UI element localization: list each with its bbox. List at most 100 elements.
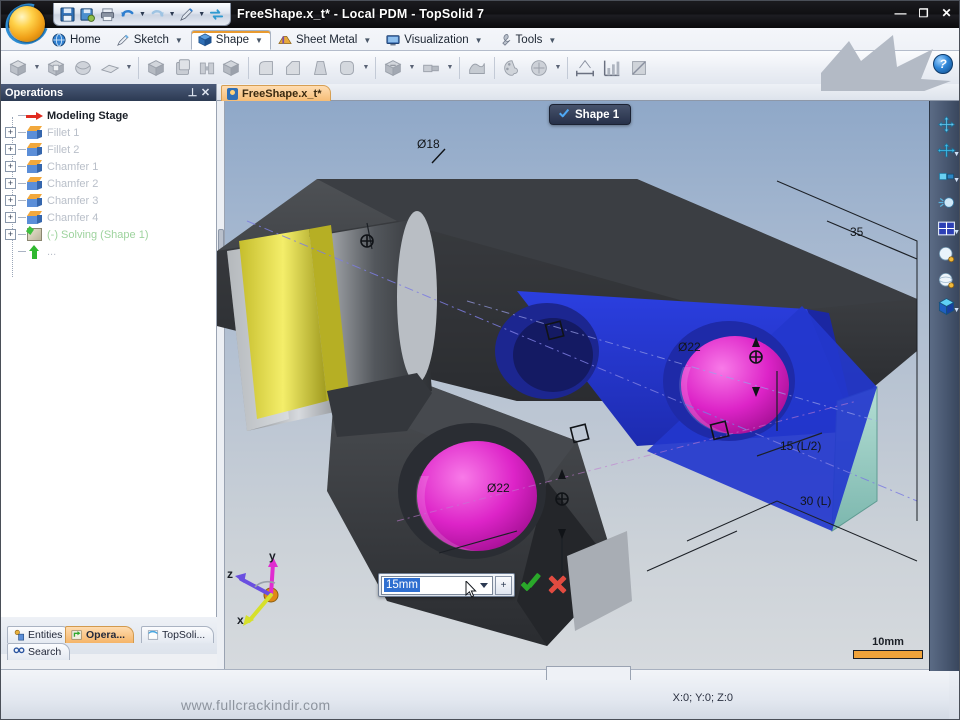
- tab-sketch[interactable]: Sketch ▼: [109, 30, 191, 50]
- freeshape-icon[interactable]: [464, 55, 490, 81]
- pattern-icon[interactable]: [380, 55, 406, 81]
- tab-home[interactable]: Home: [45, 30, 109, 50]
- tree-item-solving-shape-1[interactable]: + (-) Solving (Shape 1): [5, 226, 216, 243]
- chevron-down-icon[interactable]: [480, 583, 488, 588]
- shape-badge[interactable]: Shape 1: [549, 104, 631, 125]
- tree-expander[interactable]: +: [5, 212, 16, 223]
- close-icon[interactable]: ✕: [199, 86, 212, 100]
- tab-tools-caret-icon[interactable]: ▼: [548, 36, 556, 45]
- tab-sheet-metal[interactable]: Sheet Metal ▼: [271, 30, 379, 50]
- viewports-dropdown-icon[interactable]: ▼: [953, 229, 960, 236]
- panel-tab-search[interactable]: Search: [7, 643, 70, 660]
- tree-expander[interactable]: +: [5, 161, 16, 172]
- tree-expander[interactable]: +: [5, 127, 16, 138]
- maximize-button[interactable]: ❐: [913, 4, 934, 22]
- scale-bar-label: 10mm: [853, 636, 923, 648]
- tab-tools[interactable]: Tools ▼: [491, 30, 565, 50]
- cancel-cross-icon[interactable]: [546, 573, 568, 595]
- tab-sheet-metal-label: Sheet Metal: [296, 34, 357, 46]
- axis-triad: y z x: [229, 551, 299, 631]
- viewports-icon[interactable]: ▼: [930, 215, 960, 241]
- tree-item-chamfer-3[interactable]: + Chamfer 3: [5, 192, 216, 209]
- boolean-add-icon[interactable]: [143, 55, 169, 81]
- fillet-icon[interactable]: [253, 55, 279, 81]
- draft-dropdown-icon[interactable]: ▼: [361, 55, 371, 81]
- section-dropdown-icon[interactable]: ▼: [953, 177, 960, 184]
- undo-dropdown-icon[interactable]: ▼: [138, 5, 147, 24]
- redo-icon[interactable]: [148, 5, 167, 24]
- orbit-ball-icon[interactable]: [930, 267, 960, 293]
- split-icon[interactable]: [197, 55, 217, 81]
- confirm-check-icon[interactable]: [519, 573, 541, 595]
- app-logo-icon[interactable]: [5, 2, 49, 44]
- pocket-icon[interactable]: [43, 55, 69, 81]
- section-icon[interactable]: ▼: [930, 163, 960, 189]
- save-icon[interactable]: [58, 5, 77, 24]
- section-tool-icon[interactable]: [626, 55, 652, 81]
- tab-shape-caret-icon[interactable]: ▼: [255, 36, 263, 45]
- value-stepper-button[interactable]: +: [495, 576, 512, 595]
- tree-expander[interactable]: +: [5, 229, 16, 240]
- tree-item-label: ...: [47, 246, 56, 258]
- panel-tab-topsolid[interactable]: TopSoli...: [141, 626, 214, 643]
- tree-item-fillet-2[interactable]: + Fillet 2: [5, 141, 216, 158]
- pattern-dropdown-icon[interactable]: ▼: [407, 55, 417, 81]
- texture-dropdown-icon[interactable]: ▼: [553, 55, 563, 81]
- plane-dropdown-icon[interactable]: ▼: [124, 55, 134, 81]
- extrude-icon[interactable]: [5, 55, 31, 81]
- minimize-button[interactable]: —: [890, 4, 911, 22]
- tree-expander[interactable]: +: [5, 144, 16, 155]
- panel-tab-operations[interactable]: Opera...: [65, 626, 134, 643]
- rotate-ball-icon[interactable]: [930, 241, 960, 267]
- refresh-icon[interactable]: [207, 5, 226, 24]
- tab-shape[interactable]: Shape ▼: [191, 30, 271, 50]
- pin-icon[interactable]: ⊥: [186, 86, 199, 100]
- value-input-text[interactable]: 15mm: [384, 578, 420, 592]
- print-icon[interactable]: [98, 5, 117, 24]
- tab-visualization-caret-icon[interactable]: ▼: [475, 36, 483, 45]
- thread-dropdown-icon[interactable]: ▼: [445, 55, 455, 81]
- tab-visualization[interactable]: Visualization ▼: [379, 30, 490, 50]
- chamfer-icon[interactable]: [280, 55, 306, 81]
- value-input-dialog[interactable]: 15mm +: [378, 573, 515, 597]
- undo-icon[interactable]: [118, 5, 137, 24]
- tab-sheet-metal-caret-icon[interactable]: ▼: [363, 36, 371, 45]
- thread-icon[interactable]: [418, 55, 444, 81]
- shell-icon[interactable]: [218, 55, 244, 81]
- edit-dropdown-icon[interactable]: ▼: [197, 5, 206, 24]
- document-tab-freeshape[interactable]: FreeShape.x_t*: [221, 85, 331, 101]
- tab-sketch-caret-icon[interactable]: ▼: [175, 36, 183, 45]
- tree-item-chamfer-1[interactable]: + Chamfer 1: [5, 158, 216, 175]
- toolbar-separator: [375, 57, 376, 79]
- 3d-viewport[interactable]: Ø18 35 Ø22 15 (L/2) 30 (L) Ø22 Shape 1 ✕…: [217, 101, 960, 671]
- plane-icon[interactable]: [97, 55, 123, 81]
- pan-icon[interactable]: [930, 111, 960, 137]
- render-cube-icon[interactable]: ▼: [930, 293, 960, 319]
- save-as-icon[interactable]: [78, 5, 97, 24]
- tree-item-chamfer-2[interactable]: + Chamfer 2: [5, 175, 216, 192]
- tree-expander[interactable]: +: [5, 178, 16, 189]
- panel-tab-entities[interactable]: Entities: [7, 626, 71, 643]
- redo-dropdown-icon[interactable]: ▼: [168, 5, 177, 24]
- move-dropdown-icon[interactable]: ▼: [953, 151, 960, 158]
- edit-pencil-icon[interactable]: [177, 5, 196, 24]
- help-icon[interactable]: ?: [933, 54, 953, 74]
- tree-item-modeling-stage[interactable]: Modeling Stage: [5, 107, 216, 124]
- close-button[interactable]: ✕: [936, 4, 957, 22]
- texture-icon[interactable]: [526, 55, 552, 81]
- measure-icon[interactable]: [572, 55, 598, 81]
- extrude-dropdown-icon[interactable]: ▼: [32, 55, 42, 81]
- light-icon[interactable]: [930, 189, 960, 215]
- tree-item-more[interactable]: ...: [5, 243, 216, 260]
- draft-icon[interactable]: [307, 55, 333, 81]
- move-icon[interactable]: ▼: [930, 137, 960, 163]
- tree-item-fillet-1[interactable]: + Fillet 1: [5, 124, 216, 141]
- tree-expander[interactable]: +: [5, 195, 16, 206]
- tree-item-chamfer-4[interactable]: + Chamfer 4: [5, 209, 216, 226]
- revolve-icon[interactable]: [70, 55, 96, 81]
- render-dropdown-icon[interactable]: ▼: [953, 307, 960, 314]
- analysis-icon[interactable]: [599, 55, 625, 81]
- boolean-subtract-icon[interactable]: [170, 55, 196, 81]
- rounded-cube-icon[interactable]: [334, 55, 360, 81]
- material-icon[interactable]: [499, 55, 525, 81]
